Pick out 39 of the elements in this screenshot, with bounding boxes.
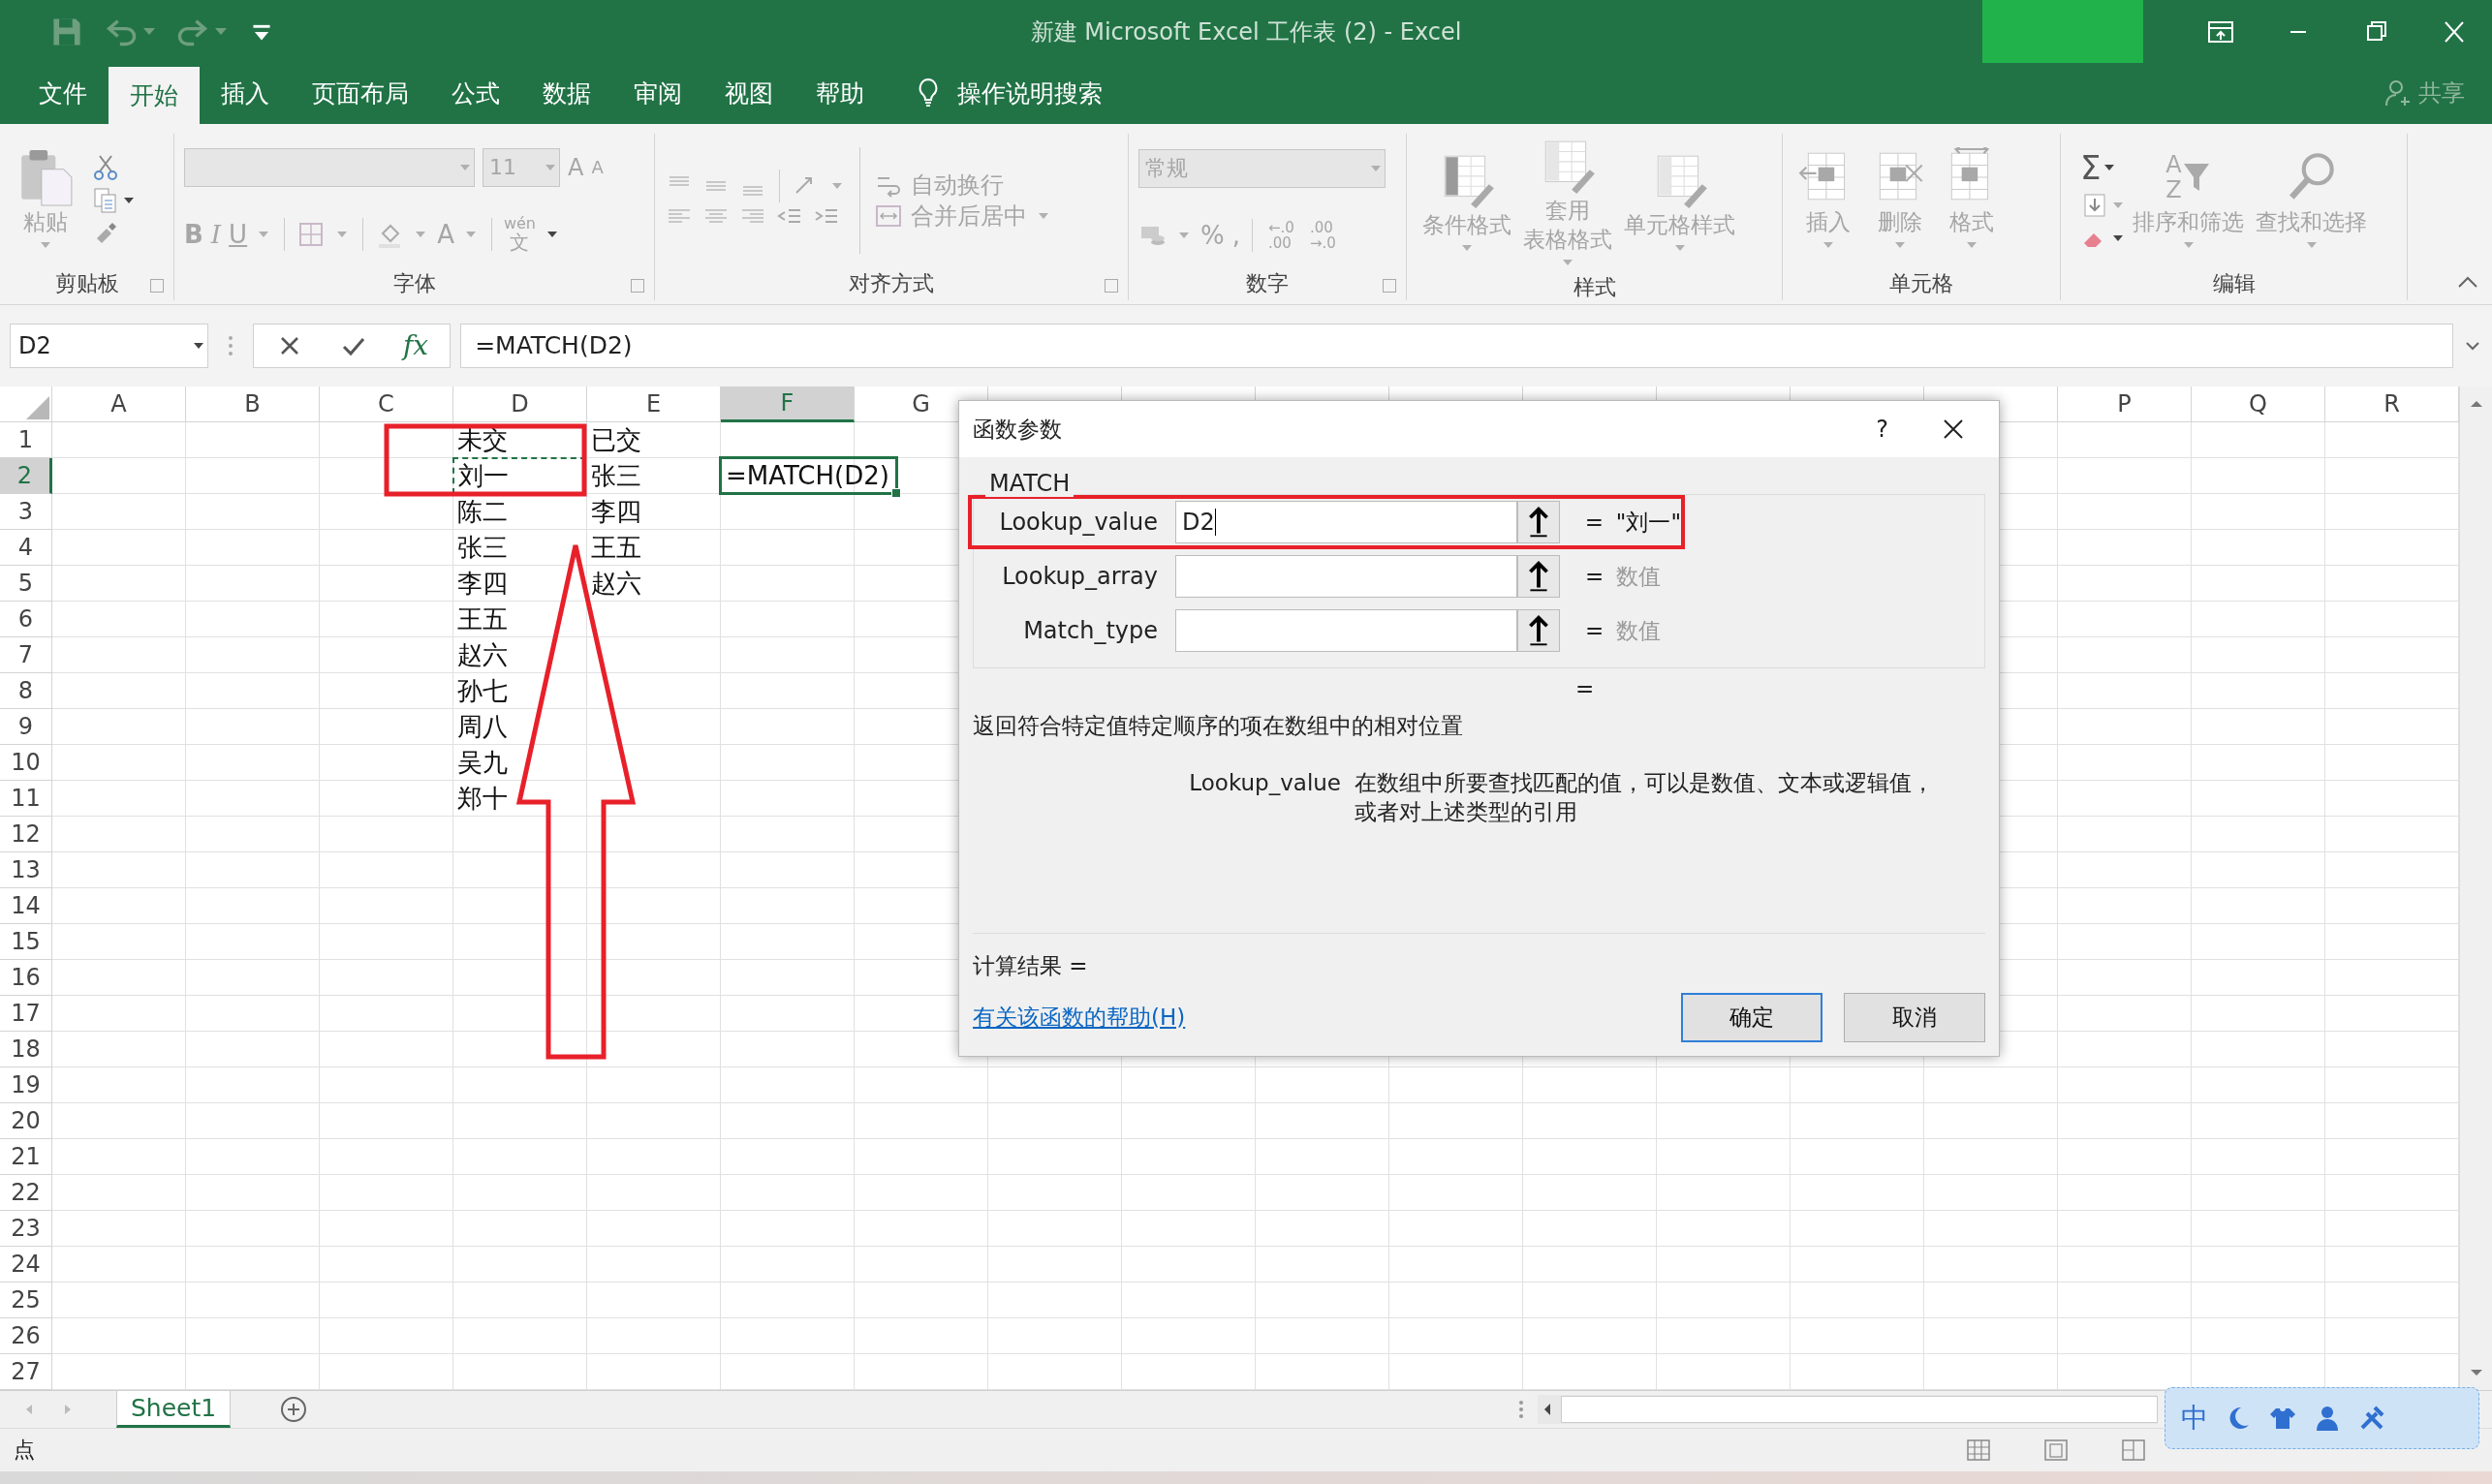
calculation-result: 计算结果 = [973,952,1089,980]
status-mode: 点 [13,1437,35,1465]
equals-sign: = [1585,564,1605,589]
window-title: 新建 Microsoft Excel 工作表 (2) - Excel [1030,16,1462,47]
equals-sign: = [1584,510,1605,535]
argument-name: Lookup_value [1188,769,1341,797]
table-cell-text: 陈二 [456,496,509,529]
argument-label: Lookup_value [998,509,1158,536]
table-cell-text: 张三 [456,532,509,565]
argument-description: 在数组中所要查找匹配的值，可以是数值、文本或逻辑值， 或者对上述类型的引用 [1355,769,1934,826]
function-description: 返回符合特定值特定顺序的项在数组中的相对位置 [973,712,1464,740]
argument-label: Match_type [1022,617,1158,644]
group-label: 剪贴板 [54,269,119,297]
group-label: 数字 [1246,269,1289,297]
group-label: 样式 [1573,273,1616,301]
argument-result: 数值 [1616,616,1661,645]
table-cell-text: 王五 [456,603,509,636]
equals-sign: = [1575,676,1595,701]
group-label: 单元格 [1889,269,1953,297]
table-cell-text: 李四 [590,496,642,529]
table-cell-text: 已交 [590,424,642,457]
table-cell-text: 未交 [456,424,509,457]
equals-sign: = [1585,618,1605,643]
table-cell-text: 赵六 [456,639,509,672]
table-cell-text: 孙七 [456,675,509,708]
group-label: 对齐方式 [849,269,934,297]
table-cell-text: 赵六 [590,568,642,601]
table-cell-text: 张三 [590,460,642,493]
table-cell-text: 吴九 [456,747,509,780]
argument-result: "刘一" [1615,508,1681,537]
table-cell-text: 周八 [456,711,509,744]
argument-label: Lookup_array [1001,563,1158,590]
table-cell-text: 王五 [590,532,642,565]
group-label: 字体 [392,269,436,297]
table-cell-text: 李四 [456,568,509,601]
group-label: 编辑 [2212,269,2256,297]
table-cell-text: 郑十 [456,783,509,816]
argument-result: 数值 [1616,562,1661,591]
active-cell: =MATCH(D2) [719,456,898,496]
